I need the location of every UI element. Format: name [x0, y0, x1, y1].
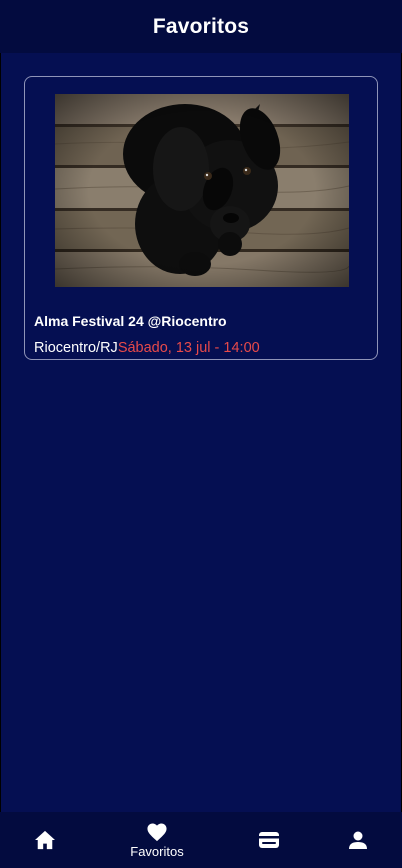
nav-profile[interactable] — [318, 812, 398, 868]
page-title: Favoritos — [152, 14, 250, 38]
nav-home[interactable] — [5, 812, 85, 868]
screen-edge-left — [0, 0, 1, 868]
event-date: Sábado, 13 jul - 14:00 — [117, 340, 260, 356]
event-meta: Riocentro/RJSábado, 13 jul - 14:00 — [34, 340, 260, 356]
event-image — [55, 94, 349, 287]
event-location: Riocentro/RJ — [34, 340, 118, 356]
event-title: Alma Festival 24 @Riocentro — [34, 313, 227, 329]
app-bar: Favoritos — [0, 0, 402, 53]
ticket-icon — [259, 832, 279, 848]
heart-icon — [147, 823, 167, 841]
person-icon — [349, 831, 367, 849]
bottom-navigation: Favoritos — [0, 812, 402, 868]
nav-favoritos[interactable]: Favoritos — [117, 812, 197, 868]
nav-tickets[interactable] — [229, 812, 309, 868]
home-icon — [35, 830, 55, 850]
favorite-event-card[interactable]: Alma Festival 24 @Riocentro Riocentro/RJ… — [24, 76, 378, 360]
nav-favoritos-label: Favoritos — [130, 843, 184, 859]
puppy-photo — [55, 94, 349, 287]
